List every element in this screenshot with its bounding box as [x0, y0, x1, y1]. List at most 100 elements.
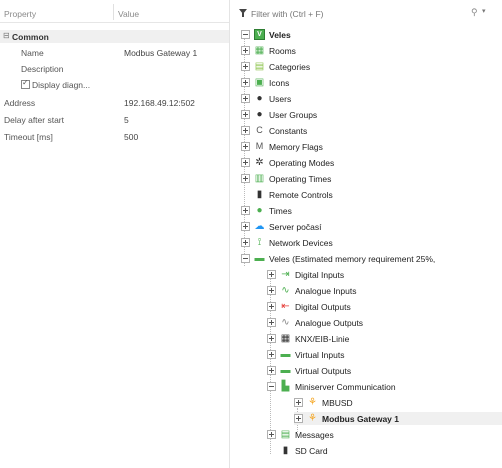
tree-item-label: Users	[269, 94, 292, 104]
tree-item-label: SD Card	[295, 446, 328, 456]
tree-item-network-devices[interactable]: ⟟ Network Devices	[241, 236, 496, 249]
tree-item-root[interactable]: V Veles	[241, 28, 496, 41]
expand-icon[interactable]	[241, 46, 250, 55]
tree-item-virtual-outputs[interactable]: ▬ Virtual Outputs	[267, 364, 496, 377]
property-row-name[interactable]: Name Modbus Gateway 1	[0, 46, 229, 59]
tree-item-digital-inputs[interactable]: ⇥ Digital Inputs	[267, 268, 496, 281]
column-separator[interactable]	[113, 4, 114, 20]
miniserver-icon: V	[254, 29, 265, 40]
expand-icon[interactable]	[294, 414, 303, 423]
constant-icon: C	[256, 125, 263, 135]
memory-flag-icon: M	[255, 141, 264, 151]
tree-item-messages[interactable]: ▤ Messages	[267, 428, 496, 441]
value-column-header[interactable]: Value	[118, 9, 139, 19]
expand-icon[interactable]	[267, 350, 276, 359]
tree-item-remote-controls[interactable]: ▮ Remote Controls	[241, 188, 496, 201]
expand-icon[interactable]	[241, 206, 250, 215]
tree-item-digital-outputs[interactable]: ⇤ Digital Outputs	[267, 300, 496, 313]
expand-icon[interactable]	[267, 286, 276, 295]
collapse-icon[interactable]	[267, 382, 276, 391]
tree-item-rooms[interactable]: ▦ Rooms	[241, 44, 496, 57]
expand-icon[interactable]	[267, 366, 276, 375]
expand-icon[interactable]	[241, 126, 250, 135]
search-icon[interactable]: ⚲	[471, 7, 478, 18]
tree-item-label: KNX/EIB-Linie	[295, 334, 350, 344]
tree-item-mbusd[interactable]: ⚘ MBUSD	[294, 396, 496, 409]
expand-icon[interactable]	[294, 398, 303, 407]
expand-icon[interactable]	[241, 94, 250, 103]
expand-icon[interactable]	[241, 158, 250, 167]
expand-icon[interactable]	[267, 318, 276, 327]
collapse-icon[interactable]: ⊟	[3, 31, 10, 40]
tree-item-label: Veles (Estimated memory requirement 25%,	[269, 254, 436, 264]
property-name: Display diagn...	[32, 80, 91, 90]
tree-item-users[interactable]: ● Users	[241, 92, 496, 105]
filter-icon[interactable]	[239, 9, 247, 17]
expand-icon[interactable]	[267, 270, 276, 279]
property-row-address[interactable]: Address 192.168.49.12:502	[0, 96, 229, 109]
tree-item-knx-eib-linie[interactable]: ▦ KNX/EIB-Linie	[267, 332, 496, 345]
property-value[interactable]: 5	[124, 115, 129, 125]
tree-item-icons[interactable]: ▣ Icons	[241, 76, 496, 89]
tree-item-label: Analogue Inputs	[295, 286, 357, 296]
tree-item-memory-flags[interactable]: M Memory Flags	[241, 140, 496, 153]
tree-item-miniserver-communication[interactable]: ▙ Miniserver Communication	[267, 380, 496, 393]
periphery-tree: ⚲ ▾ V Veles ▦ Rooms ▤ Categories ▣ Icons ● U…	[230, 0, 502, 468]
tree-item-veles-miniserver[interactable]: ▬ Veles (Estimated memory requirement 25%…	[241, 252, 502, 265]
knx-icon: ▦	[280, 333, 291, 344]
expand-icon[interactable]	[241, 110, 250, 119]
tree-item-categories[interactable]: ▤ Categories	[241, 60, 496, 73]
tree-item-operating-times[interactable]: ▥ Operating Times	[241, 172, 496, 185]
expand-icon[interactable]	[267, 302, 276, 311]
tree-item-analogue-inputs[interactable]: ∿ Analogue Inputs	[267, 284, 496, 297]
tree-item-label: Messages	[295, 430, 334, 440]
property-name: Address	[4, 98, 36, 108]
property-row-timeout[interactable]: Timeout [ms] 500	[0, 130, 229, 143]
tree-item-label: Remote Controls	[269, 190, 333, 200]
tree-item-sd-card[interactable]: ▮ SD Card	[267, 444, 496, 457]
tree-item-analogue-outputs[interactable]: ∿ Analogue Outputs	[267, 316, 496, 329]
digital-output-icon: ⇤	[281, 301, 290, 312]
network-icon: ⟟	[257, 237, 262, 248]
tree-item-constants[interactable]: C Constants	[241, 124, 496, 137]
property-name: Delay after start	[4, 115, 64, 125]
property-value[interactable]: 500	[124, 132, 138, 142]
tree-item-label: Miniserver Communication	[295, 382, 396, 392]
tree-item-virtual-inputs[interactable]: ▬ Virtual Inputs	[267, 348, 496, 361]
expand-icon[interactable]	[241, 238, 250, 247]
tree-item-label: Constants	[269, 126, 308, 136]
property-row-delay-after-start[interactable]: Delay after start 5	[0, 113, 229, 126]
tree-item-user-groups[interactable]: ● User Groups	[241, 108, 496, 121]
property-value[interactable]: Modbus Gateway 1	[124, 48, 197, 58]
property-row-display-diagnostics[interactable]: Display diagn...	[0, 78, 229, 91]
tree-item-modbus-gateway-1[interactable]: ⚘ Modbus Gateway 1	[294, 412, 502, 425]
tree-item-label: Veles	[269, 30, 291, 40]
tree-item-times[interactable]: ● Times	[241, 204, 496, 217]
operating-mode-icon: ✲	[255, 157, 264, 168]
display-diagnostics-checkbox[interactable]	[21, 78, 30, 89]
messages-icon: ▤	[280, 429, 291, 440]
expand-icon[interactable]	[241, 62, 250, 71]
expand-icon[interactable]	[267, 334, 276, 343]
property-row-description[interactable]: Description	[0, 62, 229, 75]
weather-icon: ☁	[254, 221, 265, 232]
miniserver-icon: ▬	[254, 253, 265, 264]
collapse-icon[interactable]	[241, 30, 250, 39]
tree-item-operating-modes[interactable]: ✲ Operating Modes	[241, 156, 496, 169]
expand-icon[interactable]	[241, 142, 250, 151]
property-column-header[interactable]: Property	[4, 9, 36, 19]
tree-item-label: Times	[269, 206, 292, 216]
sd-card-icon: ▮	[282, 445, 289, 456]
filter-input[interactable]	[249, 7, 453, 21]
expand-icon[interactable]	[241, 78, 250, 87]
miniserver-communication-icon: ▙	[281, 381, 290, 392]
chevron-down-icon[interactable]: ▾	[482, 7, 486, 15]
expand-icon[interactable]	[267, 430, 276, 439]
collapse-icon[interactable]	[241, 254, 250, 263]
rooms-icon: ▦	[254, 45, 265, 56]
expand-icon[interactable]	[241, 222, 250, 231]
tree-item-server-pocasi[interactable]: ☁ Server počasí	[241, 220, 496, 233]
property-value[interactable]: 192.168.49.12:502	[124, 98, 195, 108]
expand-icon[interactable]	[241, 174, 250, 183]
group-row-common[interactable]: ⊟ Common	[0, 30, 229, 43]
